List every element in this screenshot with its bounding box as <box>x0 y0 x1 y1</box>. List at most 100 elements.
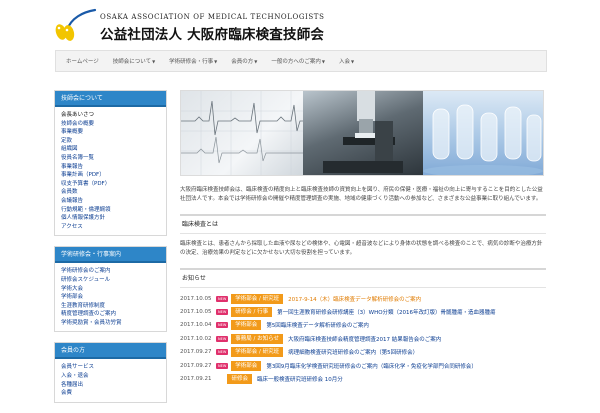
news-row: 2017.09.27 NEW 学術部会 第3回9月臨床化学検査研究班研修会のご案内（臨… <box>180 359 546 372</box>
sidebar-link[interactable]: 学術部会 <box>61 293 160 302</box>
sidebar-link[interactable]: アクセス <box>61 223 160 232</box>
news-category-badge[interactable]: 学術部会 <box>231 360 262 371</box>
nav-item-label: 会員の方 <box>231 59 254 65</box>
nav-item-5[interactable]: 入会▼ <box>339 57 354 65</box>
caret-down-icon: ▼ <box>321 59 325 64</box>
news-link[interactable]: 2017-9-14（木）臨床検査データ解析研修会のご案内 <box>288 295 421 303</box>
sidebar-link[interactable]: 会員数 <box>61 188 160 197</box>
news-date: 2017.09.27 <box>180 349 212 356</box>
news-list: 2017.10.05 NEW 学術部会 / 研究班 2017-9-14（木）臨床検査デ… <box>180 292 546 386</box>
nav-item-label: 技師会について <box>112 59 152 65</box>
nav-item-1[interactable]: 技師会について▼ <box>113 57 155 65</box>
news-category-badge[interactable]: 研修会 / 行事 <box>231 307 273 318</box>
test-tubes-image <box>423 91 543 175</box>
nav-item-3[interactable]: 会員の方▼ <box>231 57 257 65</box>
caret-down-icon: ▼ <box>350 59 355 64</box>
news-date: 2017.10.05 <box>180 295 212 302</box>
sidebar-link[interactable]: 入会・退会 <box>61 372 160 381</box>
news-link[interactable]: 臨床一般検査研究班研修会 10月分 <box>257 375 343 383</box>
news-link[interactable]: 大阪府臨床検査技師会精度管理調査2017 結果報告会のご案内 <box>288 335 441 343</box>
org-name-japanese[interactable]: 公益社団法人 大阪府臨床検査技師会 <box>100 23 324 43</box>
caret-down-icon: ▼ <box>152 59 156 64</box>
news-date: 2017.10.05 <box>180 309 212 316</box>
news-date: 2017.10.04 <box>180 322 212 329</box>
nav-item-label: 一般の方へのご案内 <box>271 59 321 65</box>
sidebar-link[interactable]: 会員サービス <box>61 363 160 372</box>
new-badge: NEW <box>216 349 229 356</box>
caret-down-icon: ▼ <box>254 59 258 64</box>
news-category-badge[interactable]: 学術部会 / 研究班 <box>231 293 284 304</box>
sidebar-link[interactable]: 研修会スケジュール <box>61 276 160 285</box>
sidebar-widget-about: 技師会について 会長あいさつ 技師会の概要 事業概要 定款 組織図 役員名簿一覧 事業報告事… <box>54 90 167 237</box>
sidebar-widget-members: 会員の方 会員サービス 入会・退会 各種届出 会費 <box>54 342 167 403</box>
news-category-badge[interactable]: 学術部会 <box>231 320 262 331</box>
nav-item-label: 入会 <box>338 59 350 65</box>
nav-item-2[interactable]: 学術研修会・行事▼ <box>169 57 217 65</box>
sidebar-link[interactable]: 技師会の概要 <box>61 120 160 129</box>
nav-item-4[interactable]: 一般の方へのご案内▼ <box>271 57 325 65</box>
sidebar-link[interactable]: 会長あいさつ <box>61 111 160 120</box>
new-badge: NEW <box>216 362 229 369</box>
news-category-badge[interactable]: 事務局 / お知らせ <box>231 333 284 344</box>
sidebar-link[interactable]: 組織図 <box>61 145 160 154</box>
sidebar-link[interactable]: 個人情報保護方針 <box>61 214 160 223</box>
new-badge: NEW <box>216 322 229 329</box>
new-badge <box>216 376 224 382</box>
sidebar-link[interactable]: 定款 <box>61 137 160 146</box>
section-title-about-lab-tests: 臨床検査とは <box>180 214 546 234</box>
main-navbar: ホームページ 技師会について▼ 学術研修会・行事▼ 会員の方▼ 一般の方へのご案内▼ 入会… <box>55 50 547 72</box>
nav-item-label: 学術研修会・行事 <box>169 59 214 65</box>
org-name-english: OSAKA ASSOCIATION OF MEDICAL TECHNOLOGIS… <box>100 13 325 21</box>
sidebar-link[interactable]: 事業報告 <box>61 163 160 172</box>
sidebar-widget-events: 学術研修会・行事案内 学術研修会のご案内 研修会スケジュール 学術大会 学術部会 生涯教… <box>54 246 167 333</box>
intro-text: 大阪府臨床検査技師会は、臨床検査の精度向上と臨床検査技師の資質向上を図り、府民の… <box>180 187 543 202</box>
news-row: 2017.10.05 NEW 研修会 / 行事 第一回生涯教育研修会研修講座（3）WH… <box>180 305 546 318</box>
news-row: 2017.10.02 NEW 事務局 / お知らせ 大阪府臨床検査技師会精度管理調査2… <box>180 332 546 345</box>
sidebar-link[interactable]: 学術研修会のご案内 <box>61 267 160 276</box>
sidebar-link[interactable]: 学術大会 <box>61 285 160 294</box>
widget-title: 学術研修会・行事案内 <box>55 247 166 264</box>
sidebar-link[interactable]: 行動規範・倫理綱領 <box>61 206 160 215</box>
sidebar-link[interactable]: 役員名簿一覧 <box>61 154 160 163</box>
news-row: 2017.09.21 研修会 臨床一般検査研究班研修会 10月分 <box>180 372 546 385</box>
sidebar-link[interactable]: 収支予算書（PDF） <box>61 180 160 189</box>
news-date: 2017.09.21 <box>180 376 212 383</box>
news-link[interactable]: 病理細胞検査研究班研修会のご案内（第5回研修会） <box>288 348 418 356</box>
sidebar-link[interactable]: 精度管理調査のご案内 <box>61 310 160 319</box>
news-link[interactable]: 第5回臨床検査データ解析研修会のご案内 <box>266 321 369 329</box>
widget-link-list: 会員サービス 入会・退会 各種届出 会費 <box>55 359 166 401</box>
sidebar: 技師会について 会長あいさつ 技師会の概要 事業概要 定款 組織図 役員名簿一覧 事業報告事… <box>54 90 167 413</box>
association-logo-icon[interactable] <box>53 8 97 44</box>
new-badge: NEW <box>216 309 229 316</box>
new-badge: NEW <box>216 295 229 302</box>
news-row: 2017.10.05 NEW 学術部会 / 研究班 2017-9-14（木）臨床検査デ… <box>180 292 546 305</box>
site-header: OSAKA ASSOCIATION OF MEDICAL TECHNOLOGIS… <box>0 0 600 48</box>
news-row: 2017.09.27 NEW 学術部会 / 研究班 病理細胞検査研究班研修会のご案内（… <box>180 346 546 359</box>
caret-down-icon: ▼ <box>214 59 218 64</box>
sidebar-link[interactable]: 事業計画（PDF） <box>61 171 160 180</box>
news-link[interactable]: 第3回9月臨床化学検査研究班研修会のご案内（臨床化学・免疫化学部門合同研修会） <box>266 362 477 370</box>
sidebar-link[interactable]: 事業概要 <box>61 128 160 137</box>
ecg-chart-image <box>181 91 303 175</box>
section-title-news: お知らせ <box>180 268 546 288</box>
news-category-badge[interactable]: 研修会 <box>227 374 252 385</box>
news-row: 2017.10.04 NEW 学術部会 第5回臨床検査データ解析研修会のご案内 <box>180 319 546 332</box>
widget-title: 技師会について <box>55 91 166 107</box>
new-badge: NEW <box>216 335 229 342</box>
sidebar-link[interactable]: 各種届出 <box>61 381 160 390</box>
microscope-image <box>303 91 423 175</box>
nav-item-label: ホームページ <box>66 59 99 65</box>
news-date: 2017.09.27 <box>180 362 212 369</box>
news-link[interactable]: 第一回生涯教育研修会研修講座（3）WHO分類（2016年改訂版）骨髄腫瘍・造血器… <box>277 308 495 316</box>
widget-link-list: 学術研修会のご案内 研修会スケジュール 学術大会 学術部会 生涯教育研修制度 精度管理調査… <box>55 263 166 331</box>
news-date: 2017.10.02 <box>180 335 212 342</box>
sidebar-link[interactable]: 学術奨励賞・会員功労賞 <box>61 319 160 328</box>
news-category-badge[interactable]: 学術部会 / 研究班 <box>231 347 284 358</box>
nav-item-0[interactable]: ホームページ <box>66 57 99 65</box>
widget-link-list: 会長あいさつ 技師会の概要 事業概要 定款 組織図 役員名簿一覧 事業報告 事業計画（PDF）… <box>55 107 166 235</box>
hero-banner <box>180 90 544 176</box>
sidebar-link[interactable]: 生涯教育研修制度 <box>61 302 160 311</box>
sidebar-link[interactable]: 会費 <box>61 389 160 398</box>
main-content: 大阪府臨床検査技師会は、臨床検査の精度向上と臨床検査技師の資質向上を図り、府民の… <box>180 90 546 386</box>
sidebar-link[interactable]: 会議報告 <box>61 197 160 206</box>
